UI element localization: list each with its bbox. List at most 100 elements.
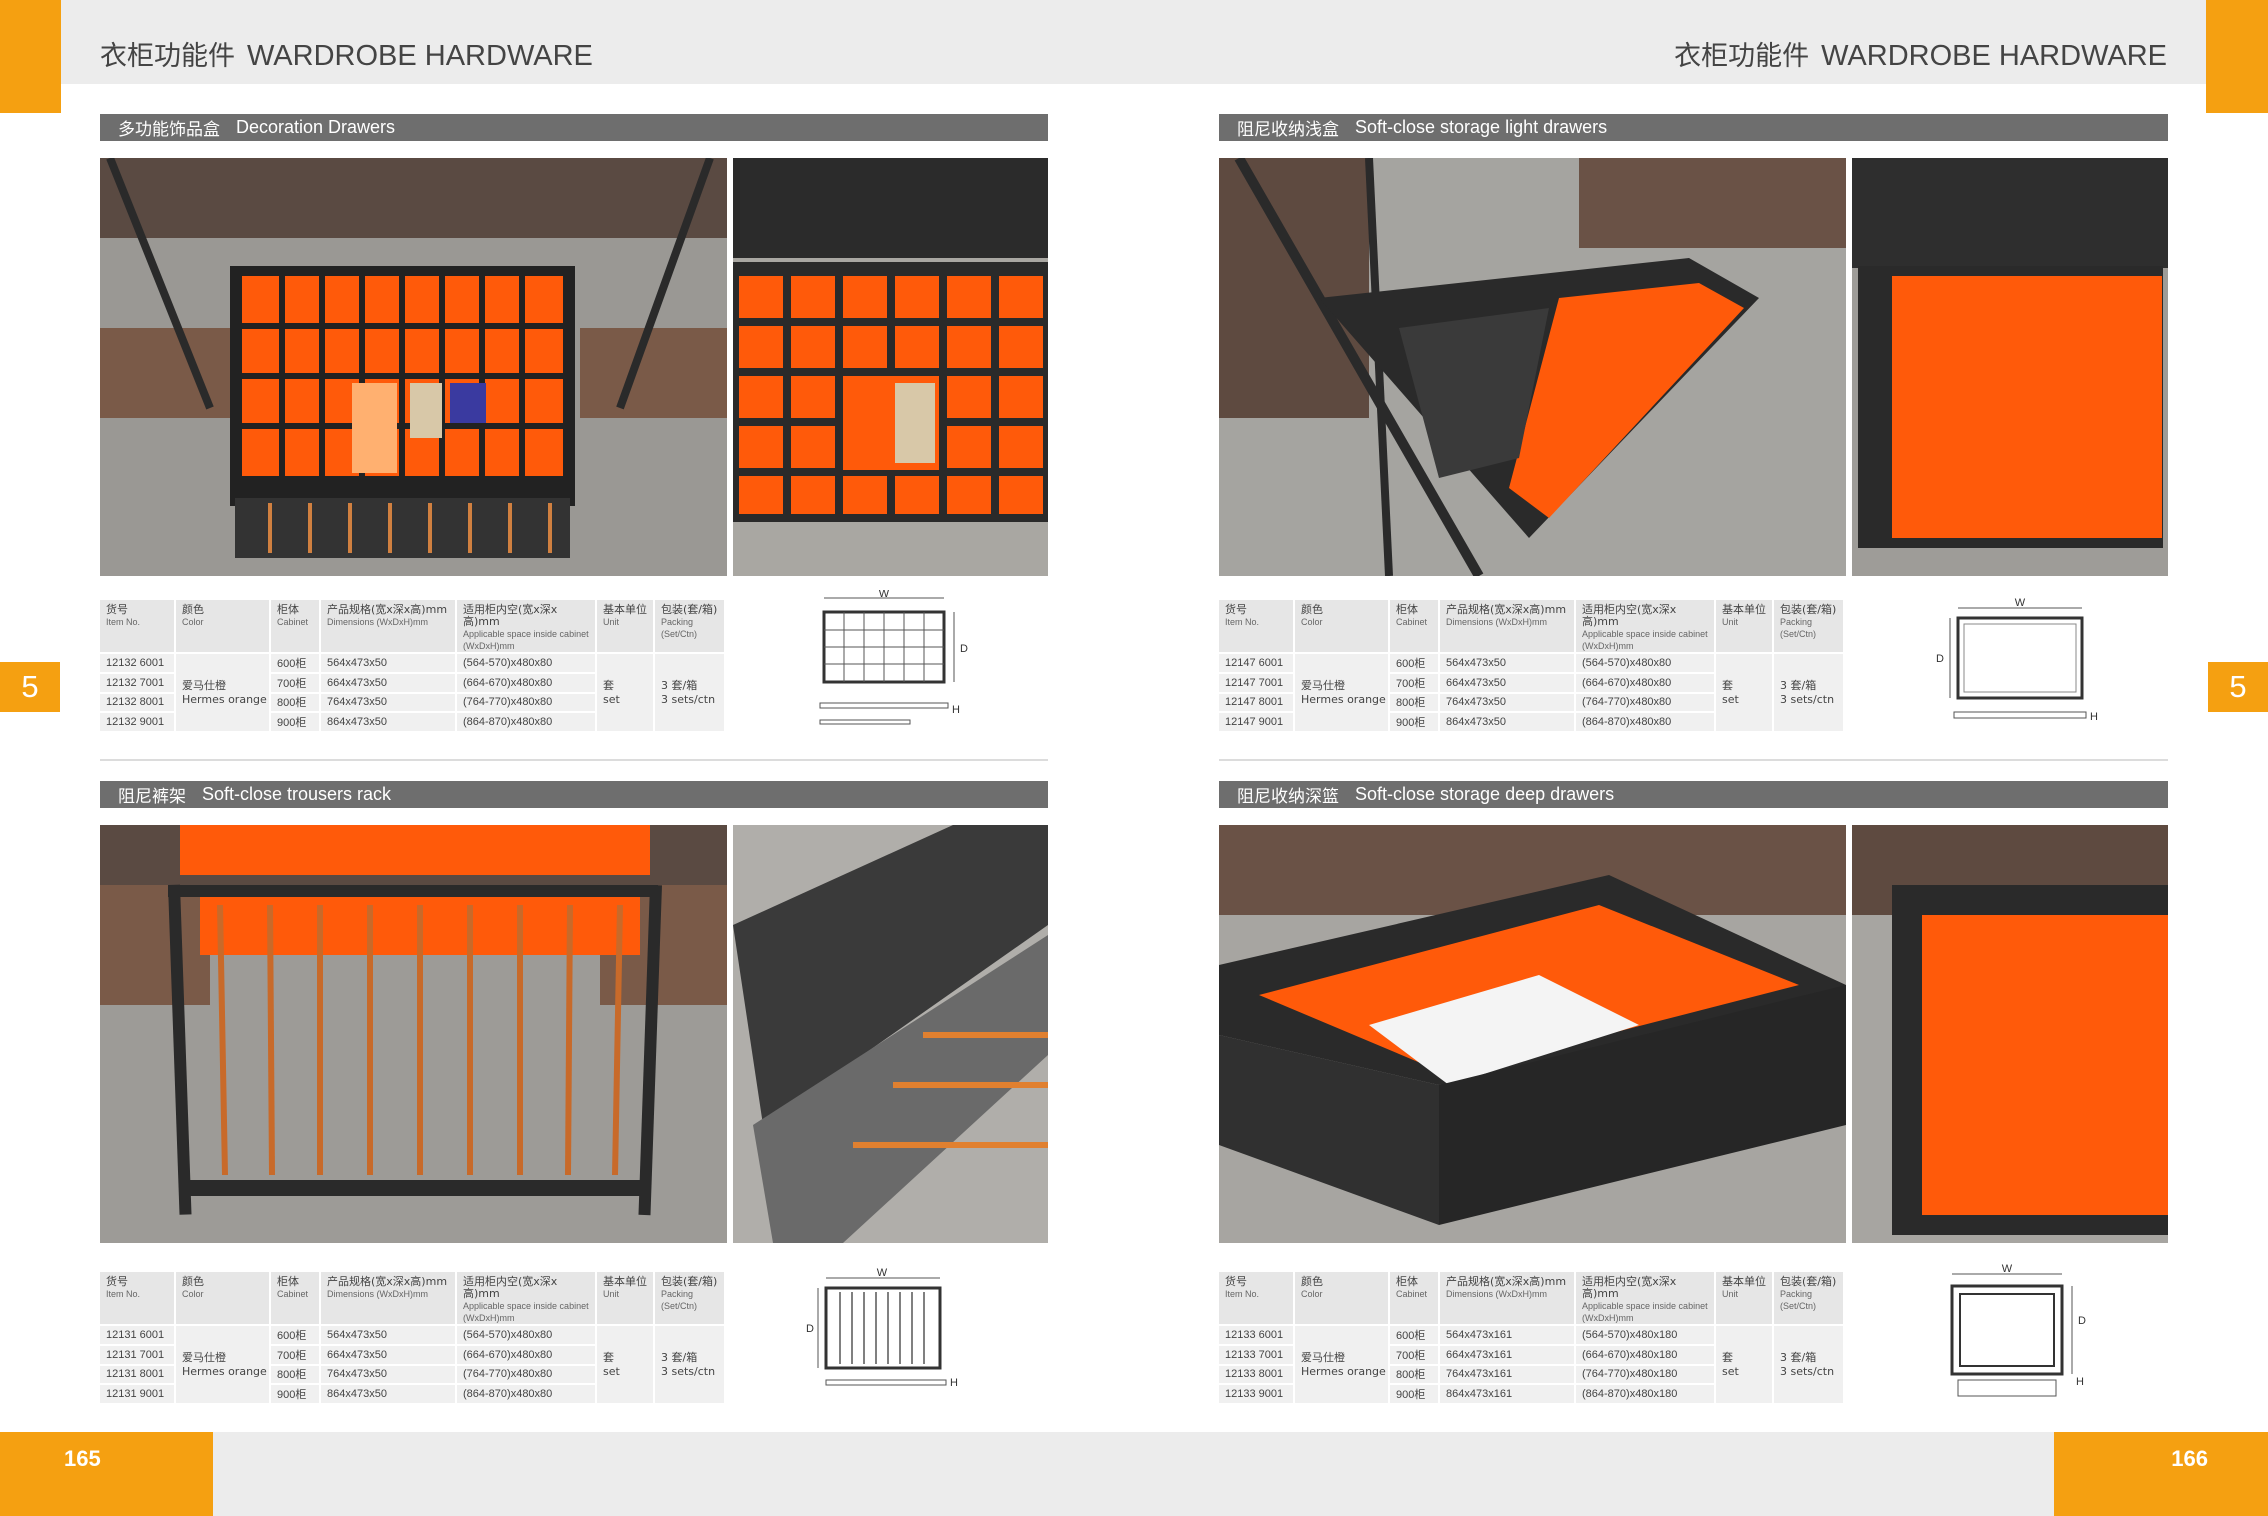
cell-packing: 3 套/箱 3 sets/ctn [655, 654, 726, 733]
header-title-en: WARDROBE HARDWARE [1821, 40, 2167, 72]
section-title-cn: 阻尼收纳深篮 [1237, 787, 1339, 807]
cell-cabinet: 800柜 [271, 693, 321, 714]
column-header-en: Cabinet [277, 1289, 309, 1299]
section-title-bar: 阻尼收纳浅盒 Soft-close storage light drawers [1219, 114, 2168, 141]
section-divider [1219, 759, 2168, 761]
cell-cabinet: 700柜 [271, 1345, 321, 1366]
product-photo-trousers-rack-in-wardrobe [100, 825, 727, 1243]
column-header-cn: 颜色 [1301, 1275, 1323, 1288]
dimension-diagram-decoration-drawer: W D H [814, 590, 974, 730]
product-photo-decoration-drawer-closeup [733, 158, 1048, 576]
column-header-cn: 产品规格(宽x深x高)mm [1446, 1275, 1567, 1288]
column-header-en: Packing (Set/Ctn) [661, 1289, 698, 1311]
cell-item: 12132 9001 [100, 713, 176, 733]
column-header-color: 颜色 Color [1295, 1272, 1390, 1326]
diagram-label-w: W [2002, 1263, 2013, 1275]
spec-table-header-row: 货号 Item No. 颜色 Color 柜体 Cabinet 产品规格(宽x深x高)mm D… [1219, 1272, 1845, 1326]
column-header-cn: 颜色 [182, 1275, 204, 1288]
cell-unit-text: set [1722, 1364, 1739, 1378]
corner-accent-left [0, 0, 61, 113]
column-header-packing: 包装(套/箱) Packing (Set/Ctn) [1774, 600, 1845, 654]
column-header-en: Dimensions (WxDxH)mm [327, 1289, 428, 1299]
chapter-tab-right: 5 [2208, 662, 2268, 712]
column-header-cn: 包装(套/箱) [661, 603, 718, 616]
column-header-packing: 包装(套/箱) Packing (Set/Ctn) [655, 1272, 726, 1326]
cell-color-text: Hermes orange [182, 1364, 267, 1378]
column-header-cn: 柜体 [1396, 1275, 1418, 1288]
cell-cabinet: 900柜 [271, 713, 321, 733]
column-header-packing: 包装(套/箱) Packing (Set/Ctn) [1774, 1272, 1845, 1326]
section-title-cn: 多功能饰品盒 [118, 120, 220, 140]
spec-table-header-row: 货号 Item No. 颜色 Color 柜体 Cabinet 产品规格(宽x深x高)mm D… [100, 1272, 726, 1326]
diagram-label-w: W [877, 1268, 888, 1279]
cell-dim: 764x473x50 [321, 693, 457, 714]
column-header-en: Dimensions (WxDxH)mm [327, 617, 428, 627]
column-header-en: Item No. [106, 1289, 141, 1299]
cell-color-text: Hermes orange [1301, 1364, 1386, 1378]
cell-dim: 664x473x50 [321, 1345, 457, 1366]
product-photo-light-drawer-closeup [1852, 158, 2168, 576]
column-header-cabinet: 柜体 Cabinet [1390, 600, 1440, 654]
cell-dim: 564x473x50 [321, 1326, 457, 1346]
cell-cabinet: 800柜 [1390, 1365, 1440, 1386]
column-header-en: Color [182, 1289, 204, 1299]
cell-cabinet: 800柜 [271, 1365, 321, 1386]
cell-item: 12133 6001 [1219, 1326, 1295, 1346]
table-row: 12131 6001 爱马仕橙 Hermes orange 600柜 564x473x5… [100, 1326, 726, 1405]
product-photo-light-drawer-in-wardrobe [1219, 158, 1846, 576]
column-header-cn: 基本单位 [1722, 1275, 1766, 1288]
cell-dim: 664x473x50 [1440, 673, 1576, 694]
cell-color-text: Hermes orange [182, 692, 267, 706]
column-header-en: Applicable space inside cabinet (WxDxH)m… [463, 629, 589, 651]
section-title-en: Soft-close trousers rack [202, 784, 392, 804]
cell-dim: 664x473x50 [321, 673, 457, 694]
section-title-en: Soft-close storage deep drawers [1355, 784, 1615, 804]
cell-cabinet: 600柜 [271, 1326, 321, 1346]
cell-cabinet: 700柜 [1390, 673, 1440, 694]
cell-cabinet: 900柜 [1390, 1385, 1440, 1405]
cell-packing: 3 套/箱 3 sets/ctn [1774, 1326, 1845, 1405]
section-title-en: Soft-close storage light drawers [1355, 117, 1608, 137]
cell-dim: 864x473x50 [1440, 713, 1576, 733]
spec-table: 货号 Item No. 颜色 Color 柜体 Cabinet 产品规格(宽x深x高)mm D… [1219, 600, 1845, 733]
column-header-space: 适用柜内空(宽x深x高)mm Applicable space inside ca… [457, 1272, 597, 1326]
cell-color-text: Hermes orange [1301, 692, 1386, 706]
cell-unit-text: 套 [1722, 1350, 1733, 1364]
cell-item: 12133 9001 [1219, 1385, 1295, 1405]
column-header-space: 适用柜内空(宽x深x高)mm Applicable space inside ca… [1576, 1272, 1716, 1326]
section-title-bar: 阻尼收纳深篮 Soft-close storage deep drawers [1219, 781, 2168, 808]
spec-table: 货号 Item No. 颜色 Color 柜体 Cabinet 产品规格(宽x深x高)mm D… [100, 600, 726, 733]
cell-packing-text: 3 套/箱 [1780, 678, 1817, 692]
column-header-cn: 产品规格(宽x深x高)mm [1446, 603, 1567, 616]
header-title-cn: 衣柜功能件 [100, 41, 235, 72]
diagram-label-d: D [960, 643, 968, 655]
cell-space: (564-570)x480x80 [1576, 654, 1716, 674]
cell-item: 12147 7001 [1219, 673, 1295, 694]
cell-space: (864-870)x480x180 [1576, 1385, 1716, 1405]
cell-packing-text: 3 sets/ctn [661, 692, 716, 706]
cell-unit: 套 set [1716, 654, 1774, 733]
diagram-label-d: D [806, 1323, 814, 1335]
cell-packing-text: 3 sets/ctn [661, 1364, 716, 1378]
cell-cabinet: 800柜 [1390, 693, 1440, 714]
cell-cabinet: 900柜 [271, 1385, 321, 1405]
cell-dim: 764x473x50 [1440, 693, 1576, 714]
column-header-space: 适用柜内空(宽x深x高)mm Applicable space inside ca… [1576, 600, 1716, 654]
cell-space: (664-670)x480x180 [1576, 1345, 1716, 1366]
cell-cabinet: 900柜 [1390, 713, 1440, 733]
column-header-cn: 柜体 [277, 1275, 299, 1288]
column-header-cn: 柜体 [277, 603, 299, 616]
dimension-diagram-deep-drawer: W D H [1940, 1262, 2110, 1402]
cell-cabinet: 600柜 [1390, 1326, 1440, 1346]
column-header-color: 颜色 Color [176, 1272, 271, 1326]
column-header-en: Color [1301, 1289, 1323, 1299]
cell-cabinet: 600柜 [271, 654, 321, 674]
column-header-unit: 基本单位 Unit [1716, 600, 1774, 654]
column-header-packing: 包装(套/箱) Packing (Set/Ctn) [655, 600, 726, 654]
column-header-cn: 颜色 [1301, 603, 1323, 616]
cell-dim: 764x473x50 [321, 1365, 457, 1386]
column-header-dimensions: 产品规格(宽x深x高)mm Dimensions (WxDxH)mm [1440, 600, 1576, 654]
column-header-item: 货号 Item No. [1219, 600, 1295, 654]
cell-color: 爱马仕橙 Hermes orange [1295, 654, 1390, 733]
column-header-color: 颜色 Color [176, 600, 271, 654]
